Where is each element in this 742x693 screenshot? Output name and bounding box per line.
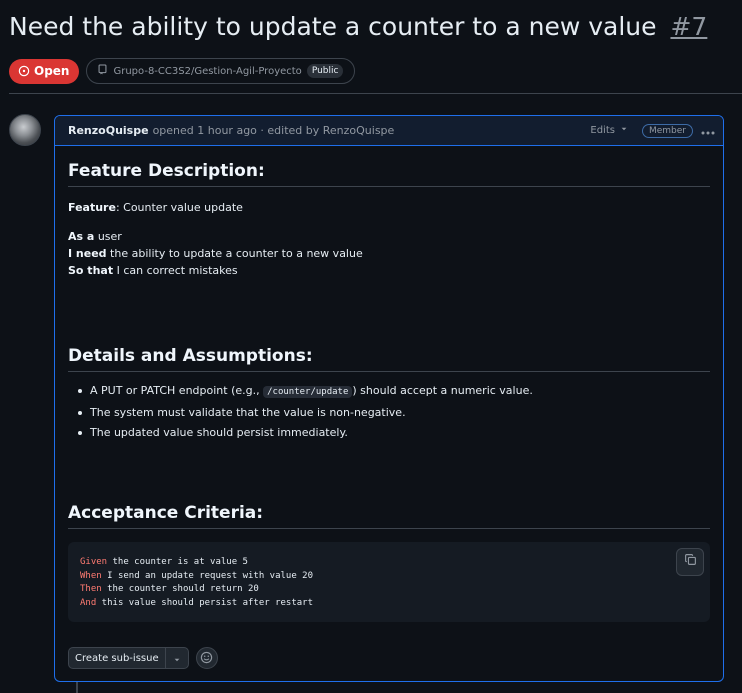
comment-body: Feature Description: Feature: Counter va… [55,160,723,622]
story-text-so-that: I can correct mistakes [113,264,238,277]
list-item: The updated value should persist immedia… [68,424,710,441]
feature-value: : Counter value update [115,201,243,214]
copy-icon [684,553,697,572]
issue-state-badge: Open [9,58,80,84]
copy-button[interactable] [676,548,704,576]
criteria-code-block: Given the counter is at value 5 When I s… [68,542,710,622]
repo-link[interactable]: Grupo-8-CC3S2/Gestion-Agil-Proyecto Publ… [86,58,356,84]
member-badge: Member [641,123,693,138]
issue-title-row: Need the ability to update a counter to … [9,12,707,41]
feature-line: Feature: Counter value update [68,199,710,216]
heading-acceptance-criteria: Acceptance Criteria: [68,502,710,529]
list-item: A PUT or PATCH endpoint (e.g., /counter/… [68,382,710,401]
create-sub-issue-button[interactable]: Create sub-issue [69,648,166,668]
header-divider [9,93,742,94]
kebab-menu-icon[interactable] [701,123,715,139]
heading-feature-description: Feature Description: [68,160,710,187]
smiley-icon [200,649,213,668]
visibility-label: Public [306,64,344,78]
timeline-line [76,681,78,693]
edits-label: Edits [590,125,615,136]
comment-meta: opened 1 hour ago · edited by RenzoQuisp… [152,124,395,137]
story-text-need: the ability to update a counter to a new… [106,247,363,260]
user-story: As a user I need the ability to update a… [68,228,710,279]
caret-down-icon [620,125,628,136]
repo-icon [97,64,108,78]
repo-name: Grupo-8-CC3S2/Gestion-Agil-Proyecto [113,65,302,77]
story-keyword-so-that: So that [68,264,114,277]
story-keyword-as: As a [68,230,95,243]
issue-title: Need the ability to update a counter to … [9,12,657,41]
code-line: Given the counter is at value 5 [80,557,248,567]
comment-header: RenzoQuispe opened 1 hour ago · edited b… [55,116,723,146]
code-line: Then the counter should return 20 [80,584,259,594]
code-line: And this value should persist after rest… [80,597,314,608]
author-avatar[interactable] [9,114,41,146]
feature-label: Feature [68,201,116,214]
inline-code: /counter/update [263,386,353,398]
create-sub-issue-split-button: Create sub-issue [68,647,189,669]
issue-meta-row: Open Grupo-8-CC3S2/Gestion-Agil-Proyecto… [9,58,356,84]
issue-number-link[interactable]: #7 [670,12,707,41]
comment-actions: Create sub-issue [68,647,218,669]
list-item: The system must validate that the value … [68,404,710,421]
heading-details-assumptions: Details and Assumptions: [68,345,710,372]
issue-body-comment: RenzoQuispe opened 1 hour ago · edited b… [54,115,724,682]
story-text-as: user [94,230,122,243]
issue-state-label: Open [34,64,70,78]
code-line: When I send an update request with value… [80,570,314,581]
details-list: A PUT or PATCH endpoint (e.g., /counter/… [68,382,710,441]
caret-down-icon [173,649,181,668]
add-reaction-button[interactable] [195,647,218,669]
comment-author[interactable]: RenzoQuispe [68,124,149,137]
edits-dropdown[interactable]: Edits [590,125,628,136]
story-keyword-need: I need [68,247,107,260]
sub-issue-dropdown-button[interactable] [166,648,188,668]
issue-opened-icon [18,65,30,77]
